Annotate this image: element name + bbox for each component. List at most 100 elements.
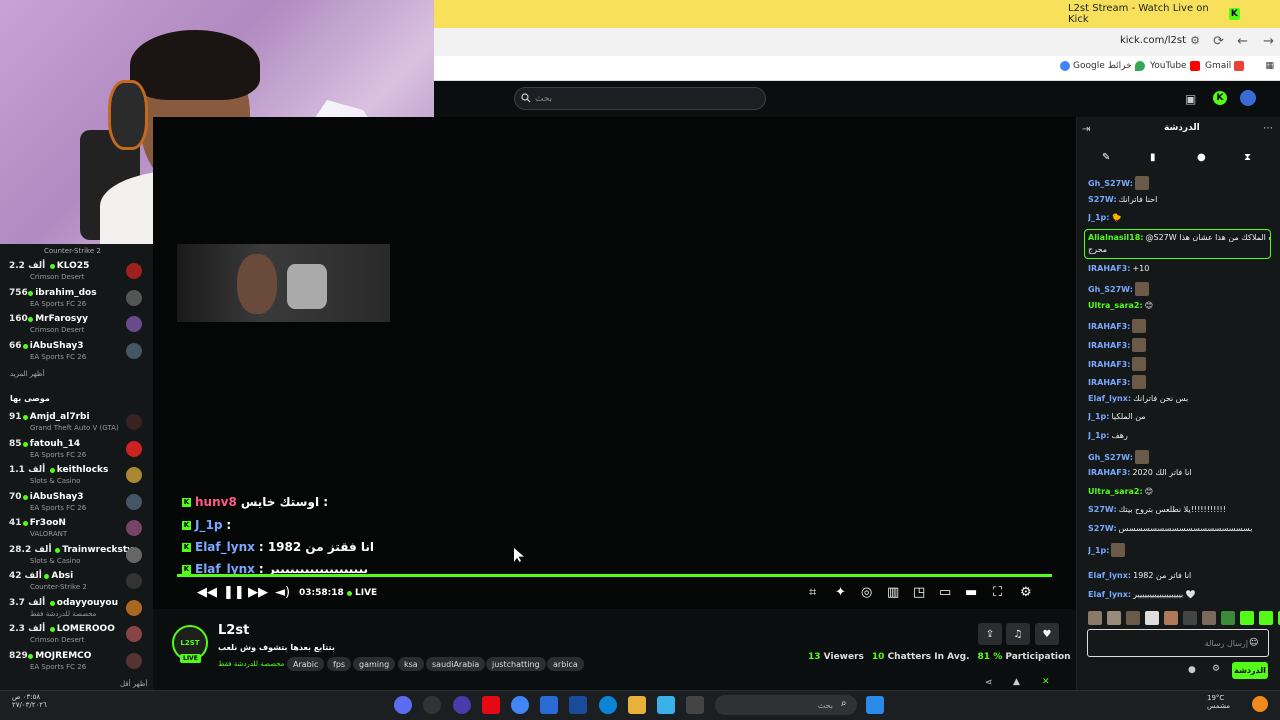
progress-bar[interactable]	[177, 574, 1052, 577]
chat-username[interactable]: J_1p:	[1088, 431, 1109, 440]
site-settings-icon[interactable]: ⚙	[1190, 34, 1200, 47]
sidebar-channel-item[interactable]: 41 Fr3ooN VALORANT	[0, 518, 153, 544]
tag-pill[interactable]: saudiArabia	[426, 657, 486, 671]
sidebar-channel-item[interactable]: 91 Amjd_al7rbi Grand Theft Auto V (GTA)	[0, 412, 153, 438]
reload-icon[interactable]: ⟳	[1213, 34, 1224, 49]
chat-username[interactable]: Elaf_lynx:	[1088, 590, 1131, 599]
sidebar-channel-item[interactable]: 829 MOJREMCO EA Sports FC 26	[0, 651, 153, 677]
fast-forward-icon[interactable]: ▶▶	[248, 585, 268, 600]
cast-icon[interactable]: ▭	[939, 585, 951, 600]
settings-icon[interactable]: ⚙	[1020, 585, 1032, 600]
emote-icon[interactable]	[1240, 611, 1254, 625]
taskbar-clock[interactable]: ٠٣:٥٨ ص ٢٧/٠٣/٢٠٢٦	[12, 693, 47, 709]
emote-icon[interactable]	[1221, 611, 1235, 625]
sparkle-icon[interactable]: ✦	[835, 585, 846, 600]
user-avatar[interactable]	[1240, 90, 1256, 106]
chat-username[interactable]: IRAHAF3:	[1088, 322, 1130, 331]
sidebar-channel-item[interactable]: 70 iAbuShay3 EA Sports FC 26	[0, 492, 153, 518]
trash-icon[interactable]: ▮	[1150, 152, 1156, 163]
sidebar-channel-item[interactable]: 2.3 ألف LOMEROOO Crimson Desert	[0, 624, 153, 650]
stream-category[interactable]: مخصصة للدردشة فقط	[218, 660, 284, 668]
windows-start-icon[interactable]	[866, 696, 884, 714]
emote-icon[interactable]	[1259, 611, 1273, 625]
tag-pill[interactable]: justchatting	[486, 657, 546, 671]
sidebar-channel-item[interactable]: 160 MrFarosyy Crimson Desert	[0, 314, 153, 340]
rewind-icon[interactable]: ◀◀	[197, 585, 217, 600]
emote-icon[interactable]	[1145, 611, 1159, 625]
stats-icon[interactable]: ▥	[887, 585, 899, 600]
bookmark-gmail[interactable]: Gmail	[1205, 61, 1245, 71]
chat-username[interactable]: J_1p:	[1088, 412, 1109, 421]
sidebar-channel-item[interactable]: 85 fatouh_14 EA Sports FC 26	[0, 439, 153, 465]
theater-mode-icon[interactable]: ▬	[965, 585, 977, 600]
emote-icon[interactable]	[1183, 611, 1197, 625]
gift-icon[interactable]: ▣	[1185, 92, 1196, 106]
emote-icon[interactable]	[1126, 611, 1140, 625]
show-less-link[interactable]: أظهر أقل	[120, 680, 147, 688]
forward-icon[interactable]: ←	[1237, 34, 1248, 49]
follow-heart-icon[interactable]: ♥	[1035, 623, 1059, 645]
chat-username[interactable]: Ultra_sara2:	[1088, 301, 1143, 310]
bookmark-youtube[interactable]: YouTube	[1150, 61, 1200, 71]
chat-username[interactable]: Alialnasil18:	[1088, 233, 1144, 242]
search-input[interactable]: بحث	[514, 87, 766, 110]
chat-username[interactable]: Gh_S27W:	[1088, 453, 1133, 462]
sidebar-channel-item[interactable]: 42 ألف Absi Counter-Strike 2	[0, 571, 153, 597]
chat-username[interactable]: S27W:	[1088, 195, 1117, 204]
chat-username[interactable]: IRAHAF3:	[1088, 468, 1130, 477]
collapse-chat-icon[interactable]: ⇥	[1082, 124, 1090, 135]
pin-icon[interactable]: ✎	[1102, 152, 1110, 163]
chat-menu-icon[interactable]: ⋯	[1263, 123, 1273, 134]
url-text[interactable]: kick.com/l2st	[1120, 35, 1186, 46]
weather-widget[interactable]: 19°C مشمس	[1207, 694, 1230, 710]
chat-users-icon[interactable]: ●	[1188, 665, 1196, 675]
emote-icon[interactable]	[1164, 611, 1178, 625]
chat-bubble-icon[interactable]: ●	[1197, 152, 1206, 163]
chat-username[interactable]: Ultra_sara2:	[1088, 487, 1143, 496]
chat-username[interactable]: J_1p:	[1088, 213, 1109, 222]
chat-username[interactable]: Elaf_lynx:	[1088, 394, 1131, 403]
sidebar-channel-item[interactable]: 1.1 ألف keithlocks Slots & Casino	[0, 465, 153, 491]
video-player[interactable]	[153, 117, 1076, 609]
volume-icon[interactable]: ◄)	[275, 585, 290, 600]
tag-pill[interactable]: fps	[327, 657, 352, 671]
netflix-icon[interactable]	[482, 696, 500, 714]
browser-tab[interactable]: L2st Stream - Watch Live on Kick K	[1068, 3, 1244, 25]
fullscreen-icon[interactable]: ⛶	[993, 585, 1002, 600]
live-indicator[interactable]: LIVE	[347, 588, 377, 598]
sidebar-channel-item[interactable]: 28.2 ألف Trainwreckstv Slots & Casino	[0, 545, 153, 571]
mail-icon[interactable]	[540, 696, 558, 714]
chrome-icon[interactable]	[511, 696, 529, 714]
speed-icon[interactable]: ◎	[861, 585, 872, 600]
chat-username[interactable]: IRAHAF3:	[1088, 378, 1130, 387]
chat-username[interactable]: IRAHAF3:	[1088, 360, 1130, 369]
emote-icon[interactable]	[1107, 611, 1121, 625]
notification-bell-icon[interactable]: ♫	[1006, 623, 1030, 645]
discord-icon[interactable]	[394, 696, 412, 714]
tag-pill[interactable]: Arabic	[287, 657, 325, 671]
chat-username[interactable]: Gh_S27W:	[1088, 285, 1133, 294]
kick-k-icon[interactable]: K	[1213, 91, 1227, 105]
emote-icon[interactable]	[1202, 611, 1216, 625]
chat-username[interactable]: Elaf_lynx:	[1088, 571, 1131, 580]
pause-icon[interactable]: ❚❚	[223, 585, 245, 600]
chat-username[interactable]: Gh_S27W:	[1088, 179, 1133, 188]
chat-input[interactable]: إرسال رسالة	[1087, 629, 1269, 657]
clip-icon[interactable]: ⌗	[809, 585, 816, 600]
chat-username[interactable]: IRAHAF3:	[1088, 264, 1130, 273]
chat-username[interactable]: S27W:	[1088, 505, 1117, 514]
tag-pill[interactable]: gaming	[353, 657, 396, 671]
share-icon[interactable]: ⋖	[985, 678, 993, 688]
send-chat-button[interactable]: الدردشة	[1232, 662, 1268, 679]
back-icon[interactable]: →	[1263, 34, 1274, 49]
sidebar-channel-item[interactable]: 756 ibrahim_dos EA Sports FC 26	[0, 288, 153, 314]
emoji-icon[interactable]: ☺	[1249, 638, 1258, 648]
file-explorer-icon[interactable]	[628, 696, 646, 714]
apps-grid-icon[interactable]: ▦	[1265, 61, 1274, 71]
chat-settings-icon[interactable]: ⚙	[1212, 664, 1220, 674]
app-icon[interactable]	[686, 696, 704, 714]
app-icon[interactable]	[569, 696, 587, 714]
chat-username[interactable]: IRAHAF3:	[1088, 341, 1130, 350]
mute-icon[interactable]: ✕	[1042, 677, 1050, 687]
report-icon[interactable]: ▲	[1013, 677, 1020, 687]
